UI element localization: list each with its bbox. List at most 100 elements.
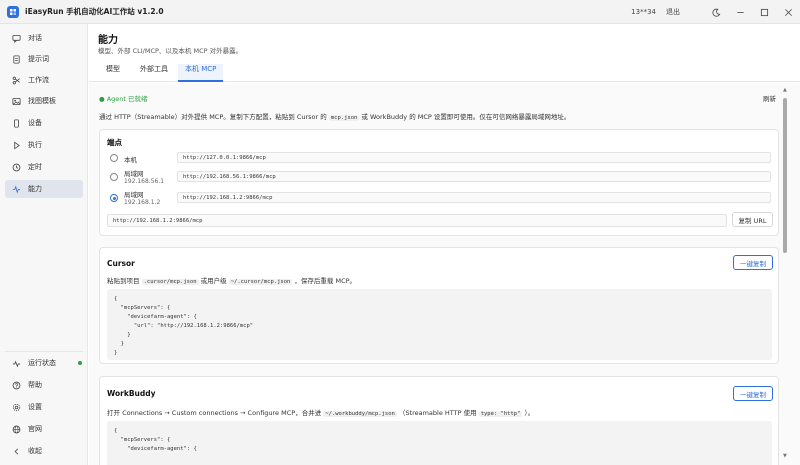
desc-code: type: "http" bbox=[478, 411, 523, 417]
scroll-down-arrow-icon[interactable]: ▼ bbox=[783, 453, 787, 459]
help-icon bbox=[11, 380, 21, 390]
theme-toggle-icon[interactable] bbox=[704, 0, 728, 24]
sidebar-item-label: 收起 bbox=[28, 447, 42, 455]
image-icon bbox=[11, 96, 21, 106]
phone-icon bbox=[11, 118, 21, 128]
page-header: 能力 模型、外部 CLI/MCP、以及本机 MCP 对外暴露。 模型 外部工具 … bbox=[89, 24, 800, 82]
scroll-up-arrow-icon[interactable]: ▲ bbox=[783, 87, 787, 93]
sidebar-item-image-templates[interactable]: 找图模板 bbox=[5, 92, 83, 110]
endpoint-ip: 192.168.56.1 bbox=[124, 178, 165, 185]
copy-url-button[interactable]: 复制 URL bbox=[732, 212, 773, 227]
endpoint-label: 本机 bbox=[124, 156, 137, 164]
desc-text: 打开 Connections → Custom connections → Co… bbox=[107, 409, 322, 417]
sidebar-item-label: 运行状态 bbox=[28, 359, 56, 367]
gear-icon bbox=[11, 402, 21, 412]
workflow-icon bbox=[11, 75, 21, 85]
desc-text: ，保存后重载 MCP。 bbox=[294, 277, 357, 285]
document-icon bbox=[11, 54, 21, 64]
cursor-description: 粘贴到项目 .cursor/mcp.json 或用户级 ~/.cursor/mc… bbox=[107, 275, 356, 285]
endpoint-label: 局域网 bbox=[124, 191, 144, 199]
user-account[interactable]: 13**34 bbox=[631, 8, 656, 16]
endpoint-title: 端点 bbox=[107, 138, 122, 147]
cursor-copy-button[interactable]: 一键复制 bbox=[733, 255, 773, 270]
status-indicator-dot bbox=[78, 361, 82, 365]
workbuddy-config-code: { "mcpServers": { "devicefarm-agent": { bbox=[107, 421, 772, 465]
sidebar-item-label: 能力 bbox=[28, 185, 42, 193]
title-bar: iEasyRun 手机自动化AI工作站 v1.2.0 13**34 退出 bbox=[0, 0, 800, 24]
endpoint-ip: 192.168.1.2 bbox=[124, 199, 161, 206]
globe-icon bbox=[11, 424, 21, 434]
minimize-icon[interactable] bbox=[728, 0, 752, 24]
sidebar: 对话 提示词 工作流 找图模板 设备 执行 定时 能力 运行状态 帮助 设置 官… bbox=[0, 24, 88, 465]
desc-code: .cursor/mcp.json bbox=[141, 279, 199, 285]
endpoint-label: 局域网 bbox=[124, 170, 144, 178]
sidebar-item-help[interactable]: 帮助 bbox=[5, 376, 83, 394]
sidebar-item-settings[interactable]: 设置 bbox=[5, 398, 83, 416]
sidebar-item-label: 工作流 bbox=[28, 76, 49, 84]
workbuddy-copy-button[interactable]: 一键复制 bbox=[733, 386, 773, 401]
sidebar-item-run-status[interactable]: 运行状态 bbox=[5, 354, 83, 372]
scroll-thumb[interactable] bbox=[783, 98, 787, 253]
workbuddy-card: WorkBuddy 一键复制 打开 Connections → Custom c… bbox=[99, 376, 779, 465]
desc-text: （Streamable HTTP 使用 bbox=[398, 409, 477, 417]
selected-url-field[interactable]: http://192.168.1.2:9866/mcp bbox=[107, 214, 727, 227]
cursor-config-code: { "mcpServers": { "devicefarm-agent": { … bbox=[107, 289, 772, 360]
content-scrollbar[interactable]: ▲ ▼ bbox=[781, 83, 789, 465]
mcp-description: 通过 HTTP（Streamable）对外提供 MCP。复制下方配置，粘贴到 C… bbox=[99, 111, 570, 121]
endpoint-url[interactable]: http://192.168.1.2:9866/mcp bbox=[177, 192, 771, 203]
desc-code: ~/.workbuddy/mcp.json bbox=[323, 411, 397, 417]
endpoint-radio-localhost[interactable] bbox=[110, 154, 118, 162]
desc-code: ~/.cursor/mcp.json bbox=[228, 279, 293, 285]
sidebar-item-prompts[interactable]: 提示词 bbox=[5, 50, 83, 68]
sidebar-item-label: 找图模板 bbox=[28, 97, 56, 105]
sidebar-item-devices[interactable]: 设备 bbox=[5, 114, 83, 132]
collapse-icon bbox=[11, 446, 21, 456]
pulse-icon bbox=[11, 358, 21, 368]
desc-text: 或用户级 bbox=[200, 277, 227, 285]
tab-external-tools[interactable]: 外部工具 bbox=[140, 64, 168, 82]
maximize-icon[interactable] bbox=[752, 0, 776, 24]
tab-models[interactable]: 模型 bbox=[106, 64, 120, 82]
page-title: 能力 bbox=[98, 35, 118, 46]
clock-icon bbox=[11, 162, 21, 172]
main-content: ● Agent 已就绪 刷新 通过 HTTP（Streamable）对外提供 M… bbox=[89, 83, 800, 465]
endpoint-radio-lan-1[interactable] bbox=[110, 173, 118, 181]
refresh-button[interactable]: 刷新 bbox=[763, 93, 776, 103]
sidebar-item-label: 设置 bbox=[28, 403, 42, 411]
sidebar-item-label: 定时 bbox=[28, 163, 42, 171]
cursor-card: Cursor 一键复制 粘贴到项目 .cursor/mcp.json 或用户级 … bbox=[99, 247, 779, 364]
sidebar-item-website[interactable]: 官网 bbox=[5, 420, 83, 438]
desc-text: 粘贴到项目 bbox=[107, 277, 140, 285]
sidebar-item-label: 执行 bbox=[28, 141, 42, 149]
endpoint-url[interactable]: http://127.0.0.1:9866/mcp bbox=[177, 152, 771, 163]
page-subtitle: 模型、外部 CLI/MCP、以及本机 MCP 对外暴露。 bbox=[98, 47, 243, 55]
sidebar-item-label: 设备 bbox=[28, 119, 42, 127]
sidebar-item-label: 对话 bbox=[28, 34, 42, 42]
sidebar-item-label: 提示词 bbox=[28, 55, 49, 63]
endpoint-card: 端点 本机 http://127.0.0.1:9866/mcp 局域网 192.… bbox=[99, 129, 779, 236]
sidebar-item-label: 帮助 bbox=[28, 381, 42, 389]
sidebar-item-workflow[interactable]: 工作流 bbox=[5, 71, 83, 89]
endpoint-radio-lan-2[interactable] bbox=[110, 194, 118, 202]
sidebar-item-chat[interactable]: 对话 bbox=[5, 29, 83, 47]
desc-text: ）。 bbox=[524, 409, 535, 417]
tab-local-mcp[interactable]: 本机 MCP bbox=[178, 64, 224, 82]
close-icon[interactable] bbox=[776, 0, 800, 24]
app-logo-icon bbox=[7, 5, 19, 18]
app-title: iEasyRun 手机自动化AI工作站 v1.2.0 bbox=[25, 7, 164, 16]
sidebar-item-collapse[interactable]: 收起 bbox=[5, 442, 83, 460]
sidebar-divider bbox=[5, 351, 83, 352]
desc-text: 或 WorkBuddy 的 MCP 设置即可使用。仅在可信网络暴露局域网地址。 bbox=[361, 113, 571, 121]
chat-icon bbox=[11, 33, 21, 43]
cursor-title: Cursor bbox=[107, 259, 135, 268]
play-icon bbox=[11, 140, 21, 150]
logout-link[interactable]: 退出 bbox=[666, 7, 680, 17]
sidebar-item-capabilities[interactable]: 能力 bbox=[5, 180, 83, 198]
sidebar-item-schedule[interactable]: 定时 bbox=[5, 158, 83, 176]
capability-icon bbox=[11, 184, 21, 194]
workbuddy-title: WorkBuddy bbox=[107, 389, 156, 398]
sidebar-item-execute[interactable]: 执行 bbox=[5, 136, 83, 154]
desc-code: mcp.json bbox=[328, 115, 360, 121]
desc-text: 通过 HTTP（Streamable）对外提供 MCP。复制下方配置，粘贴到 C… bbox=[99, 113, 327, 121]
endpoint-url[interactable]: http://192.168.56.1:9866/mcp bbox=[177, 171, 771, 182]
